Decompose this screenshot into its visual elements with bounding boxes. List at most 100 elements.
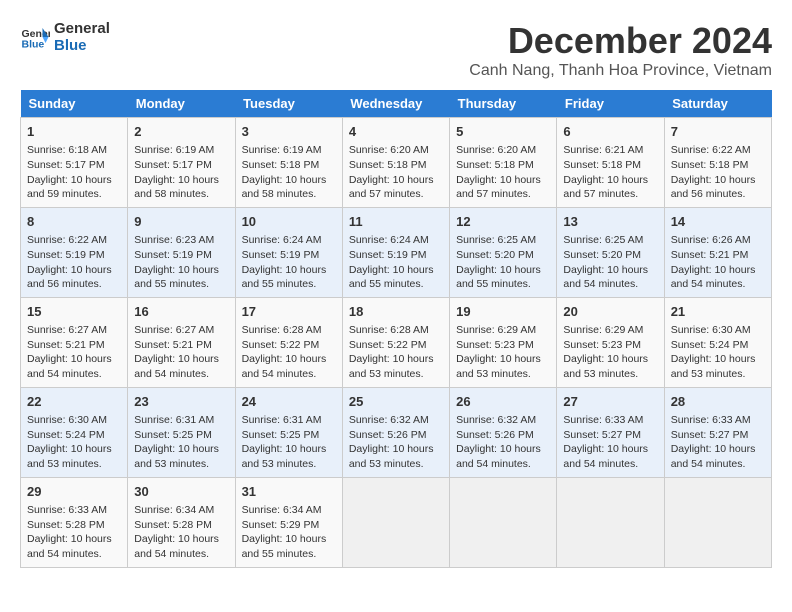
day-info: Sunrise: 6:29 AMSunset: 5:23 PMDaylight:… — [563, 323, 657, 382]
day-number: 9 — [134, 213, 228, 231]
day-number: 5 — [456, 123, 550, 141]
header-day-friday: Friday — [557, 90, 664, 118]
calendar-cell: 14 Sunrise: 6:26 AMSunset: 5:21 PMDayligh… — [664, 207, 771, 297]
header-day-monday: Monday — [128, 90, 235, 118]
calendar-cell: 2 Sunrise: 6:19 AMSunset: 5:17 PMDaylight… — [128, 118, 235, 208]
day-number: 3 — [242, 123, 336, 141]
day-number: 6 — [563, 123, 657, 141]
day-info: Sunrise: 6:19 AMSunset: 5:17 PMDaylight:… — [134, 143, 228, 202]
day-number: 11 — [349, 213, 443, 231]
month-title: December 2024 — [469, 20, 772, 62]
day-number: 25 — [349, 393, 443, 411]
calendar-cell: 8 Sunrise: 6:22 AMSunset: 5:19 PMDaylight… — [21, 207, 128, 297]
calendar-week-row: 15 Sunrise: 6:27 AMSunset: 5:21 PMDayligh… — [21, 297, 772, 387]
day-number: 17 — [242, 303, 336, 321]
calendar-cell: 13 Sunrise: 6:25 AMSunset: 5:20 PMDayligh… — [557, 207, 664, 297]
day-number: 22 — [27, 393, 121, 411]
day-number: 29 — [27, 483, 121, 501]
calendar-cell — [557, 477, 664, 567]
day-number: 23 — [134, 393, 228, 411]
day-number: 30 — [134, 483, 228, 501]
day-number: 24 — [242, 393, 336, 411]
day-number: 15 — [27, 303, 121, 321]
logo-text-line2: Blue — [54, 37, 110, 54]
calendar-cell: 20 Sunrise: 6:29 AMSunset: 5:23 PMDayligh… — [557, 297, 664, 387]
day-number: 13 — [563, 213, 657, 231]
day-info: Sunrise: 6:34 AMSunset: 5:29 PMDaylight:… — [242, 503, 336, 562]
day-info: Sunrise: 6:23 AMSunset: 5:19 PMDaylight:… — [134, 233, 228, 292]
calendar-cell: 18Sunrise: 6:28 AMSunset: 5:22 PMDayligh… — [342, 297, 449, 387]
calendar-week-row: 22 Sunrise: 6:30 AMSunset: 5:24 PMDayligh… — [21, 387, 772, 477]
calendar-cell: 31 Sunrise: 6:34 AMSunset: 5:29 PMDayligh… — [235, 477, 342, 567]
day-number: 7 — [671, 123, 765, 141]
calendar-week-row: 8 Sunrise: 6:22 AMSunset: 5:19 PMDaylight… — [21, 207, 772, 297]
day-info: Sunrise: 6:25 AMSunset: 5:20 PMDaylight:… — [456, 233, 550, 292]
day-number: 4 — [349, 123, 443, 141]
day-info: Sunrise: 6:27 AMSunset: 5:21 PMDaylight:… — [27, 323, 121, 382]
day-info: Sunrise: 6:22 AMSunset: 5:18 PMDaylight:… — [671, 143, 765, 202]
day-info: Sunrise: 6:25 AMSunset: 5:20 PMDaylight:… — [563, 233, 657, 292]
calendar-cell: 22 Sunrise: 6:30 AMSunset: 5:24 PMDayligh… — [21, 387, 128, 477]
day-number: 27 — [563, 393, 657, 411]
calendar-cell: 23 Sunrise: 6:31 AMSunset: 5:25 PMDayligh… — [128, 387, 235, 477]
calendar-cell: 24Sunrise: 6:31 AMSunset: 5:25 PMDayligh… — [235, 387, 342, 477]
day-info: Sunrise: 6:27 AMSunset: 5:21 PMDaylight:… — [134, 323, 228, 382]
calendar-cell: 16 Sunrise: 6:27 AMSunset: 5:21 PMDayligh… — [128, 297, 235, 387]
header: General Blue General Blue December 2024 … — [20, 20, 772, 80]
header-day-thursday: Thursday — [450, 90, 557, 118]
day-info: Sunrise: 6:32 AMSunset: 5:26 PMDaylight:… — [349, 413, 443, 472]
day-number: 8 — [27, 213, 121, 231]
calendar-cell: 10Sunrise: 6:24 AMSunset: 5:19 PMDayligh… — [235, 207, 342, 297]
day-info: Sunrise: 6:24 AMSunset: 5:19 PMDaylight:… — [349, 233, 443, 292]
calendar-cell: 3Sunrise: 6:19 AMSunset: 5:18 PMDaylight… — [235, 118, 342, 208]
day-info: Sunrise: 6:22 AMSunset: 5:19 PMDaylight:… — [27, 233, 121, 292]
day-info: Sunrise: 6:28 AMSunset: 5:22 PMDaylight:… — [242, 323, 336, 382]
calendar-cell: 21Sunrise: 6:30 AMSunset: 5:24 PMDayligh… — [664, 297, 771, 387]
day-number: 31 — [242, 483, 336, 501]
logo: General Blue General Blue — [20, 20, 110, 54]
calendar-cell: 26 Sunrise: 6:32 AMSunset: 5:26 PMDayligh… — [450, 387, 557, 477]
calendar-cell: 9 Sunrise: 6:23 AMSunset: 5:19 PMDaylight… — [128, 207, 235, 297]
day-number: 10 — [242, 213, 336, 231]
day-info: Sunrise: 6:33 AMSunset: 5:28 PMDaylight:… — [27, 503, 121, 562]
header-day-wednesday: Wednesday — [342, 90, 449, 118]
svg-text:Blue: Blue — [22, 39, 45, 51]
calendar-cell — [450, 477, 557, 567]
calendar-table: SundayMondayTuesdayWednesdayThursdayFrid… — [20, 90, 772, 568]
calendar-cell: 7 Sunrise: 6:22 AMSunset: 5:18 PMDaylight… — [664, 118, 771, 208]
calendar-week-row: 29 Sunrise: 6:33 AMSunset: 5:28 PMDayligh… — [21, 477, 772, 567]
day-number: 26 — [456, 393, 550, 411]
calendar-cell: 5Sunrise: 6:20 AMSunset: 5:18 PMDaylight… — [450, 118, 557, 208]
day-number: 14 — [671, 213, 765, 231]
logo-icon: General Blue — [20, 22, 50, 52]
calendar-cell: 4Sunrise: 6:20 AMSunset: 5:18 PMDaylight… — [342, 118, 449, 208]
day-info: Sunrise: 6:33 AMSunset: 5:27 PMDaylight:… — [671, 413, 765, 472]
calendar-week-row: 1Sunrise: 6:18 AMSunset: 5:17 PMDaylight… — [21, 118, 772, 208]
day-number: 21 — [671, 303, 765, 321]
day-info: Sunrise: 6:29 AMSunset: 5:23 PMDaylight:… — [456, 323, 550, 382]
header-day-sunday: Sunday — [21, 90, 128, 118]
calendar-cell: 1Sunrise: 6:18 AMSunset: 5:17 PMDaylight… — [21, 118, 128, 208]
day-info: Sunrise: 6:32 AMSunset: 5:26 PMDaylight:… — [456, 413, 550, 472]
day-info: Sunrise: 6:18 AMSunset: 5:17 PMDaylight:… — [27, 143, 121, 202]
day-number: 19 — [456, 303, 550, 321]
day-number: 28 — [671, 393, 765, 411]
calendar-cell — [342, 477, 449, 567]
day-info: Sunrise: 6:30 AMSunset: 5:24 PMDaylight:… — [27, 413, 121, 472]
day-number: 12 — [456, 213, 550, 231]
header-day-saturday: Saturday — [664, 90, 771, 118]
calendar-cell: 15 Sunrise: 6:27 AMSunset: 5:21 PMDayligh… — [21, 297, 128, 387]
calendar-header-row: SundayMondayTuesdayWednesdayThursdayFrid… — [21, 90, 772, 118]
day-number: 2 — [134, 123, 228, 141]
calendar-cell: 12 Sunrise: 6:25 AMSunset: 5:20 PMDayligh… — [450, 207, 557, 297]
day-info: Sunrise: 6:26 AMSunset: 5:21 PMDaylight:… — [671, 233, 765, 292]
day-info: Sunrise: 6:33 AMSunset: 5:27 PMDaylight:… — [563, 413, 657, 472]
day-info: Sunrise: 6:31 AMSunset: 5:25 PMDaylight:… — [134, 413, 228, 472]
logo-text-line1: General — [54, 20, 110, 37]
calendar-cell: 17 Sunrise: 6:28 AMSunset: 5:22 PMDayligh… — [235, 297, 342, 387]
calendar-cell: 28 Sunrise: 6:33 AMSunset: 5:27 PMDayligh… — [664, 387, 771, 477]
day-info: Sunrise: 6:21 AMSunset: 5:18 PMDaylight:… — [563, 143, 657, 202]
day-number: 20 — [563, 303, 657, 321]
calendar-cell: 29 Sunrise: 6:33 AMSunset: 5:28 PMDayligh… — [21, 477, 128, 567]
day-number: 16 — [134, 303, 228, 321]
